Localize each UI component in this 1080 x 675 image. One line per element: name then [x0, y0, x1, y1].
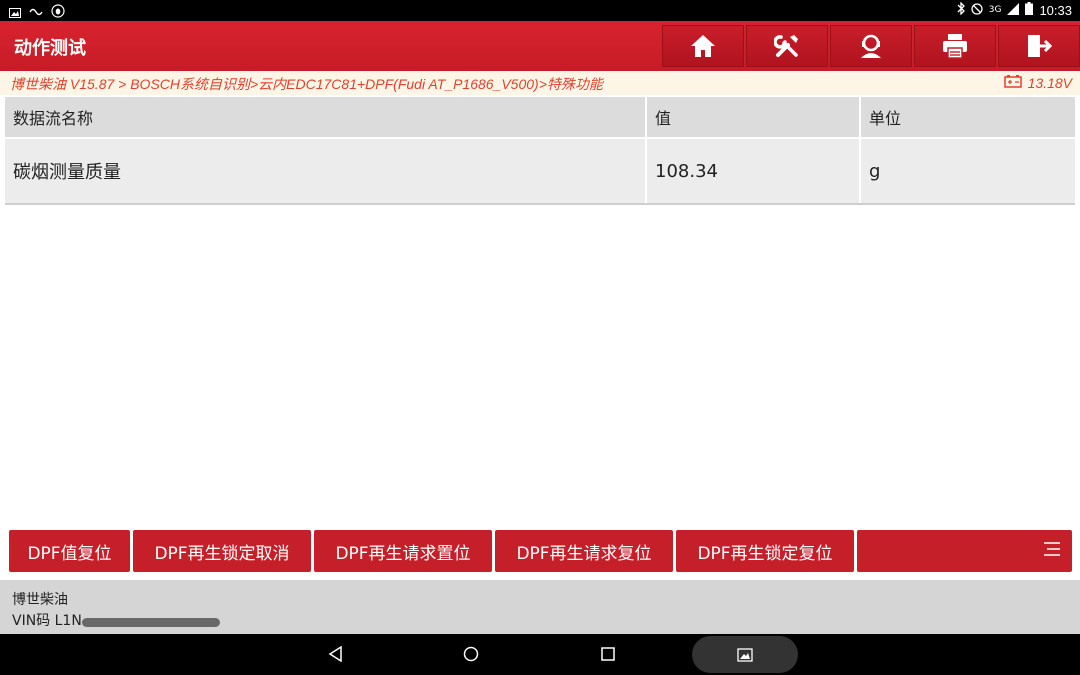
cell-name: 碳烟测量质量: [5, 137, 647, 203]
dpf-regen-request-reset-button[interactable]: DPF再生请求复位: [495, 530, 673, 572]
back-button[interactable]: [328, 645, 344, 666]
print-icon: [942, 33, 968, 59]
recents-button[interactable]: [600, 646, 616, 666]
app-bar: 动作测试: [0, 21, 1080, 71]
screenshot-button[interactable]: [692, 636, 798, 673]
clock: 10:33: [1039, 2, 1072, 18]
table-divider: [5, 203, 1075, 205]
redacted-vin: [82, 618, 220, 627]
breadcrumb: 博世柴油 V15.87 > BOSCH系统自识别>云内EDC17C81+DPF(…: [0, 71, 1080, 95]
dpf-value-reset-button[interactable]: DPF值复位: [9, 530, 130, 572]
network-type: 3G: [988, 5, 1002, 15]
status-bar: 3G 10:33: [0, 0, 1080, 21]
cell-unit: g: [861, 137, 1075, 203]
battery-voltage: 13.18V: [1003, 74, 1072, 91]
battery-icon: [1025, 2, 1034, 18]
home-icon: [690, 34, 716, 58]
table-header: 数据流名称 值 单位: [5, 97, 1075, 137]
header-value: 值: [647, 97, 861, 137]
cell-value: 108.34: [647, 137, 861, 203]
dpf-regen-request-set-button[interactable]: DPF再生请求置位: [314, 530, 492, 572]
image-icon: [737, 647, 753, 666]
vehicle-info-bar: 博世柴油 VIN码 L1N: [0, 580, 1080, 634]
system-nav-bar: [0, 634, 1080, 675]
exit-button[interactable]: [998, 25, 1080, 67]
support-icon: [857, 33, 885, 59]
menu-icon: [1042, 541, 1062, 562]
page-title: 动作测试: [14, 38, 86, 59]
data-stream-table: 数据流名称 值 单位 碳烟测量质量 108.34 g: [5, 97, 1075, 205]
home-button[interactable]: [662, 25, 744, 67]
action-bar: DPF值复位 DPF再生锁定取消 DPF再生请求置位 DPF再生请求复位 DPF…: [9, 530, 1072, 572]
gallery-notification-icon: [9, 3, 21, 22]
toolbar: [660, 25, 1080, 67]
exit-icon: [1026, 33, 1052, 59]
header-unit: 单位: [861, 97, 1075, 137]
home-nav-button[interactable]: [463, 646, 479, 666]
tools-icon: [774, 33, 800, 59]
breadcrumb-path: 博世柴油 V15.87 > BOSCH系统自识别>云内EDC17C81+DPF(…: [10, 76, 603, 92]
car-battery-icon: [1003, 74, 1022, 91]
print-button[interactable]: [914, 25, 996, 67]
vin-label: VIN码 L1N: [12, 613, 82, 629]
bug-icon: [51, 3, 65, 22]
more-menu-button[interactable]: [857, 530, 1072, 572]
tools-button[interactable]: [746, 25, 828, 67]
usb-debug-icon: [29, 3, 43, 22]
vehicle-make: 博世柴油: [12, 592, 68, 608]
dpf-regen-lock-reset-button[interactable]: DPF再生锁定复位: [676, 530, 854, 572]
voltage-value: 13.18V: [1027, 74, 1072, 91]
bluetooth-icon: [957, 1, 965, 18]
signal-icon: [1007, 2, 1020, 18]
table-row[interactable]: 碳烟测量质量 108.34 g: [5, 137, 1075, 203]
header-name: 数据流名称: [5, 97, 647, 137]
do-not-disturb-icon: [971, 2, 983, 18]
dpf-regen-lock-cancel-button[interactable]: DPF再生锁定取消: [133, 530, 311, 572]
support-button[interactable]: [830, 25, 912, 67]
